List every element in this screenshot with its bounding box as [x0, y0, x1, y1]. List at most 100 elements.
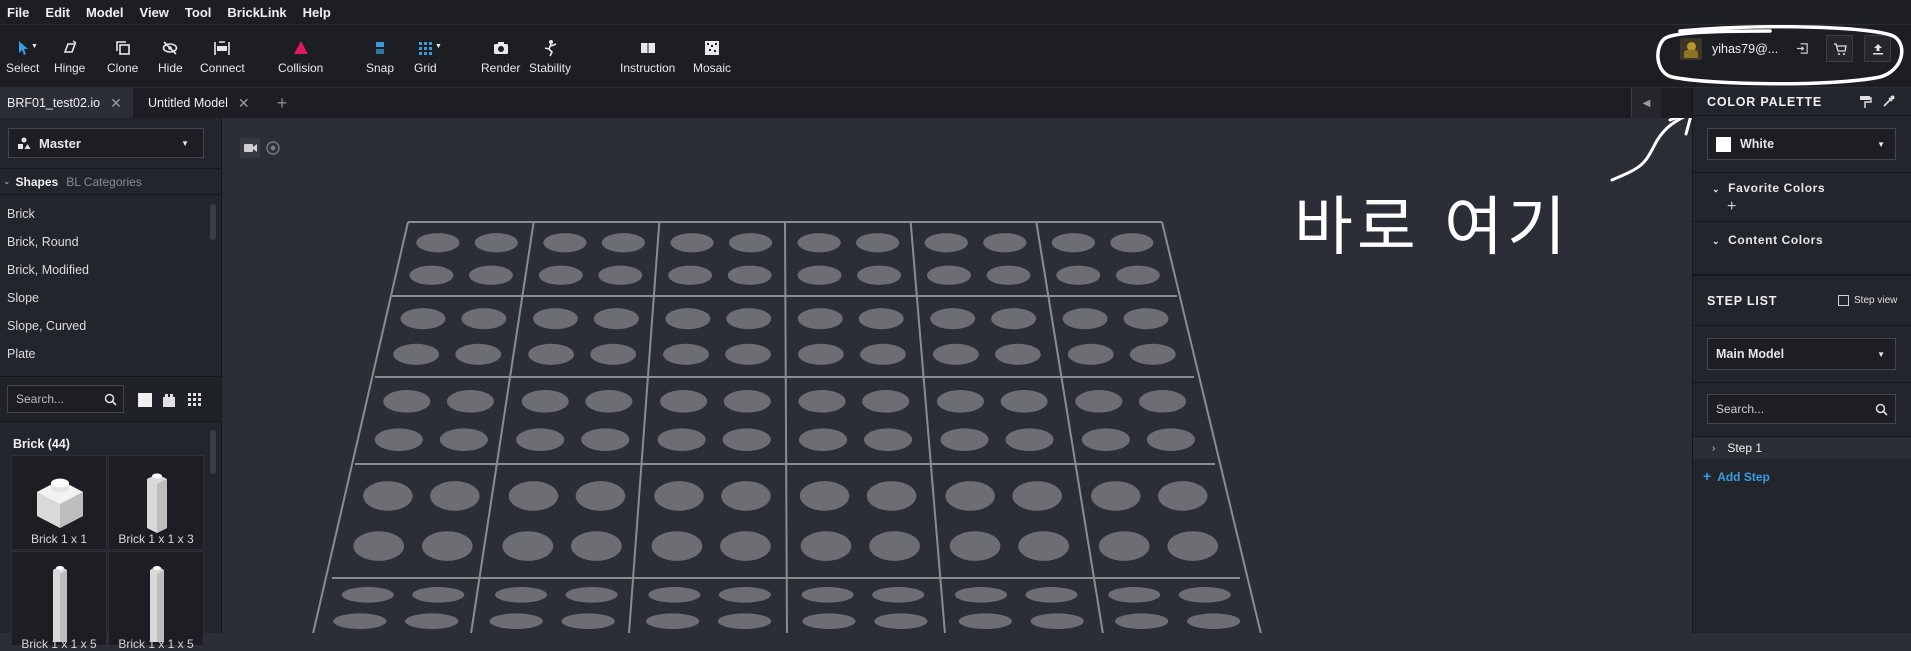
- close-icon[interactable]: ✕: [238, 95, 250, 112]
- collapse-panel-button[interactable]: ◀: [1631, 88, 1661, 118]
- part-brick-1x1x5-b[interactable]: Brick 1 x 1 x 5: [108, 551, 204, 651]
- chevron-down-icon: ▼: [1877, 139, 1885, 149]
- menu-view[interactable]: View: [132, 5, 177, 20]
- part-brick-1x1x5[interactable]: Brick 1 x 1 x 5: [11, 551, 107, 651]
- render-tool-button[interactable]: Render: [481, 39, 520, 75]
- grid-view-icon[interactable]: [188, 393, 202, 407]
- category-item[interactable]: Slope, Curved: [7, 319, 86, 333]
- stud: [353, 531, 405, 561]
- stud: [516, 428, 565, 451]
- category-item[interactable]: Brick, Round: [7, 235, 79, 249]
- part-search-input[interactable]: Search...: [7, 385, 124, 413]
- menu-model[interactable]: Model: [78, 5, 132, 20]
- brick-view-icon[interactable]: [162, 392, 176, 408]
- stud: [1138, 390, 1187, 413]
- stud: [532, 308, 578, 330]
- category-item[interactable]: Brick, Modified: [7, 263, 89, 277]
- content-colors-header[interactable]: ⌄ Content Colors: [1712, 233, 1823, 247]
- favorite-colors-header[interactable]: ⌄ Favorite Colors: [1712, 181, 1825, 195]
- menu-edit[interactable]: Edit: [37, 5, 78, 20]
- mosaic-tool-button[interactable]: Mosaic: [693, 39, 731, 75]
- view-large-icon[interactable]: [138, 393, 152, 407]
- 3d-viewport[interactable]: 바로 여기: [222, 118, 1692, 633]
- parts-scrollbar[interactable]: [210, 430, 216, 474]
- snap-tool-button[interactable]: Snap: [366, 39, 394, 75]
- master-select[interactable]: Master ▼: [8, 128, 204, 158]
- stud: [797, 233, 841, 253]
- color-select[interactable]: White ▼: [1707, 128, 1896, 160]
- tab-shapes[interactable]: Shapes: [16, 175, 59, 189]
- step-list-title: STEP LIST: [1707, 293, 1778, 308]
- grid-line: [784, 221, 788, 633]
- stud: [455, 343, 502, 365]
- grid-tool-button[interactable]: ▼ Grid: [414, 39, 442, 75]
- search-placeholder: Search...: [1716, 402, 1765, 416]
- add-step-button[interactable]: + Add Step: [1703, 468, 1770, 484]
- stud: [991, 308, 1037, 330]
- hinge-icon: [63, 40, 77, 53]
- stud: [727, 265, 772, 285]
- menu-help[interactable]: Help: [295, 5, 339, 20]
- connect-tool-button[interactable]: Connect: [200, 39, 245, 75]
- stud: [400, 308, 446, 330]
- collision-tool-button[interactable]: Collision: [278, 39, 323, 75]
- stud: [430, 481, 480, 511]
- select-tool-button[interactable]: ▼ Select: [6, 39, 39, 75]
- stud: [1178, 587, 1231, 603]
- add-favorite-color-button[interactable]: +: [1727, 198, 1736, 216]
- stud: [461, 308, 507, 330]
- eyedropper-icon[interactable]: [1882, 95, 1895, 108]
- model-select[interactable]: Main Model ▼: [1707, 338, 1896, 370]
- tab-brf01[interactable]: BRF01_test02.io ✕: [0, 88, 133, 118]
- step-view-checkbox[interactable]: [1838, 295, 1849, 306]
- stud: [393, 343, 440, 365]
- clone-tool-button[interactable]: Clone: [107, 39, 138, 75]
- stud: [657, 428, 706, 451]
- stud: [722, 428, 771, 451]
- stud: [521, 390, 569, 413]
- tab-label: Untitled Model: [148, 96, 228, 110]
- part-brick-1x1[interactable]: Brick 1 x 1: [11, 455, 107, 550]
- menu-tool[interactable]: Tool: [177, 5, 219, 20]
- step-row[interactable]: › Step 1: [1693, 437, 1911, 459]
- close-icon[interactable]: ✕: [110, 95, 122, 112]
- part-brick-1x1x3[interactable]: Brick 1 x 1 x 3: [108, 455, 204, 550]
- category-item[interactable]: Slope: [7, 291, 39, 305]
- category-item[interactable]: Brick: [7, 207, 35, 221]
- stud: [1146, 428, 1195, 451]
- stud: [862, 390, 910, 413]
- stud: [665, 308, 711, 330]
- grid-line: [1161, 221, 1262, 633]
- search-placeholder: Search...: [16, 392, 65, 406]
- stud: [797, 343, 844, 365]
- stud: [797, 308, 843, 330]
- category-scrollbar[interactable]: [210, 204, 216, 240]
- parts-group-title: Brick (44): [13, 437, 70, 451]
- hinge-tool-button[interactable]: Hinge: [54, 39, 85, 75]
- stud: [670, 233, 714, 253]
- stud: [571, 531, 622, 561]
- stud: [856, 233, 900, 253]
- grid-line: [312, 221, 409, 633]
- tab-untitled-model[interactable]: Untitled Model ✕: [134, 88, 266, 118]
- tab-bl-categories[interactable]: BL Categories: [66, 175, 142, 189]
- stud: [797, 265, 842, 285]
- stud: [412, 587, 465, 603]
- stud: [1123, 308, 1169, 330]
- instruction-tool-label: Instruction: [620, 61, 676, 75]
- stud: [383, 390, 431, 413]
- stud: [924, 233, 968, 253]
- add-step-label: Add Step: [1717, 470, 1770, 484]
- stud: [802, 613, 856, 629]
- menu-bricklink[interactable]: BrickLink: [219, 5, 294, 20]
- menu-file[interactable]: File: [0, 5, 37, 20]
- chevron-down-icon: ▼: [1877, 349, 1885, 359]
- step-search-input[interactable]: Search...: [1707, 394, 1896, 424]
- add-tab-button[interactable]: +: [272, 88, 292, 118]
- clone-tool-label: Clone: [107, 61, 139, 75]
- category-item[interactable]: Plate: [7, 347, 36, 361]
- hide-tool-button[interactable]: Hide: [158, 39, 183, 75]
- paint-roller-icon[interactable]: [1859, 95, 1872, 109]
- instruction-tool-button[interactable]: Instruction: [620, 39, 675, 75]
- stability-tool-button[interactable]: Stability: [529, 39, 571, 75]
